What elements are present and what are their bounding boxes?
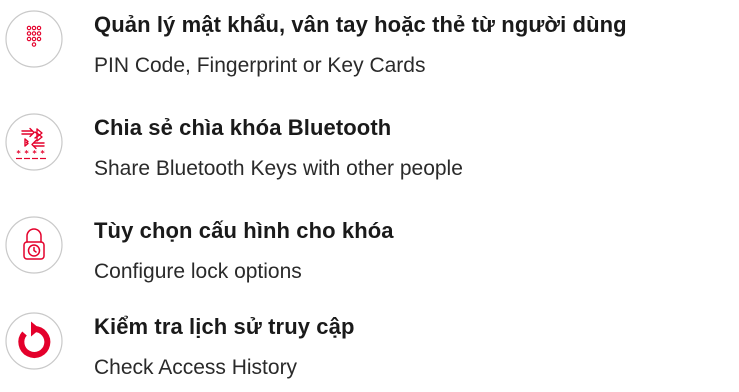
feature-title: Kiểm tra lịch sử truy cập bbox=[94, 314, 355, 339]
bluetooth-share-icon: * * * * bbox=[4, 112, 64, 172]
feature-subtitle: Configure lock options bbox=[94, 260, 302, 283]
feature-title: Chia sẻ chìa khóa Bluetooth bbox=[94, 115, 392, 140]
padlock-clock-icon bbox=[4, 215, 64, 275]
feature-item-configure-lock: Tùy chọn cấu hình cho khóa Configure loc… bbox=[0, 206, 739, 296]
feature-title: Tùy chọn cấu hình cho khóa bbox=[94, 218, 394, 243]
feature-subtitle: PIN Code, Fingerprint or Key Cards bbox=[94, 54, 426, 77]
feature-item-pin-code: Quản lý mật khẩu, vân tay hoặc thẻ từ ng… bbox=[0, 0, 739, 90]
feature-title: Quản lý mật khẩu, vân tay hoặc thẻ từ ng… bbox=[94, 12, 627, 37]
feature-subtitle: Check Access History bbox=[94, 356, 298, 379]
feature-item-access-history: Kiểm tra lịch sử truy cập Check Access H… bbox=[0, 302, 739, 392]
feature-item-bluetooth-keys: * * * * Chia sẻ chìa khóa Bluetooth Shar… bbox=[0, 103, 739, 193]
feature-list: Quản lý mật khẩu, vân tay hoặc thẻ từ ng… bbox=[0, 0, 739, 388]
feature-subtitle: Share Bluetooth Keys with other people bbox=[94, 157, 463, 180]
keypad-icon bbox=[4, 9, 64, 69]
history-icon bbox=[4, 311, 64, 371]
